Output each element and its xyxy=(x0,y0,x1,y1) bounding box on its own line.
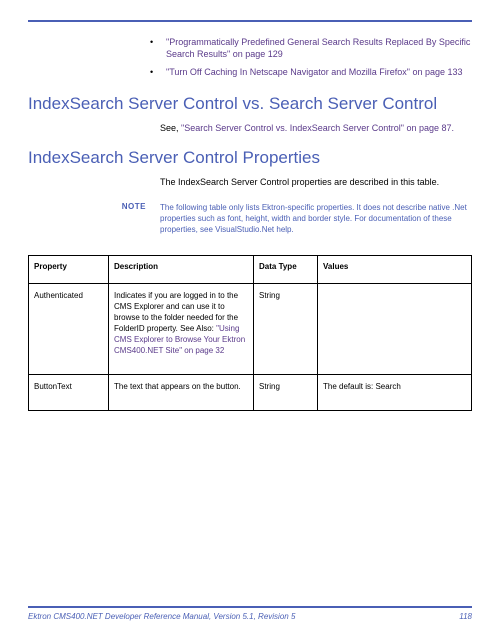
bullet-item: • "Turn Off Caching In Netscape Navigato… xyxy=(150,66,472,78)
bullet-list: • "Programmatically Predefined General S… xyxy=(150,36,472,78)
see-paragraph: See, "Search Server Control vs. IndexSea… xyxy=(160,122,472,134)
note-label: NOTE xyxy=(28,202,160,235)
section-heading-vs: IndexSearch Server Control vs. Search Se… xyxy=(28,94,472,114)
intro-paragraph: The IndexSearch Server Control propertie… xyxy=(160,176,472,188)
bullet-item: • "Programmatically Predefined General S… xyxy=(150,36,472,60)
section-heading-properties: IndexSearch Server Control Properties xyxy=(28,148,472,168)
table-row: Authenticated Indicates if you are logge… xyxy=(29,284,472,375)
cell-values: The default is: Search xyxy=(318,375,472,411)
header-property: Property xyxy=(29,256,109,284)
footer-title: Ektron CMS400.NET Developer Reference Ma… xyxy=(28,612,295,621)
properties-table: Property Description Data Type Values Au… xyxy=(28,255,472,411)
cell-data-type: String xyxy=(254,284,318,375)
top-horizontal-rule xyxy=(28,20,472,22)
cell-data-type: String xyxy=(254,375,318,411)
cell-description-text: The text that appears on the button. xyxy=(114,382,241,391)
bullet-link[interactable]: "Turn Off Caching In Netscape Navigator … xyxy=(166,66,463,78)
footer-page-number: 118 xyxy=(459,612,472,621)
see-link[interactable]: "Search Server Control vs. IndexSearch S… xyxy=(181,123,454,133)
bullet-dot-icon: • xyxy=(150,36,166,60)
table-row: ButtonText The text that appears on the … xyxy=(29,375,472,411)
bullet-link[interactable]: "Programmatically Predefined General Sea… xyxy=(166,36,472,60)
header-data-type: Data Type xyxy=(254,256,318,284)
cell-description: Indicates if you are logged in to the CM… xyxy=(109,284,254,375)
note-text: The following table only lists Ektron-sp… xyxy=(160,202,472,235)
table-header-row: Property Description Data Type Values xyxy=(29,256,472,284)
footer-horizontal-rule xyxy=(28,606,472,608)
cell-values xyxy=(318,284,472,375)
header-values: Values xyxy=(318,256,472,284)
header-description: Description xyxy=(109,256,254,284)
cell-property: ButtonText xyxy=(29,375,109,411)
see-prefix: See, xyxy=(160,123,181,133)
bullet-dot-icon: • xyxy=(150,66,166,78)
page-footer: Ektron CMS400.NET Developer Reference Ma… xyxy=(28,606,472,621)
cell-property: Authenticated xyxy=(29,284,109,375)
cell-description: The text that appears on the button. xyxy=(109,375,254,411)
note-block: NOTE The following table only lists Ektr… xyxy=(28,202,472,235)
